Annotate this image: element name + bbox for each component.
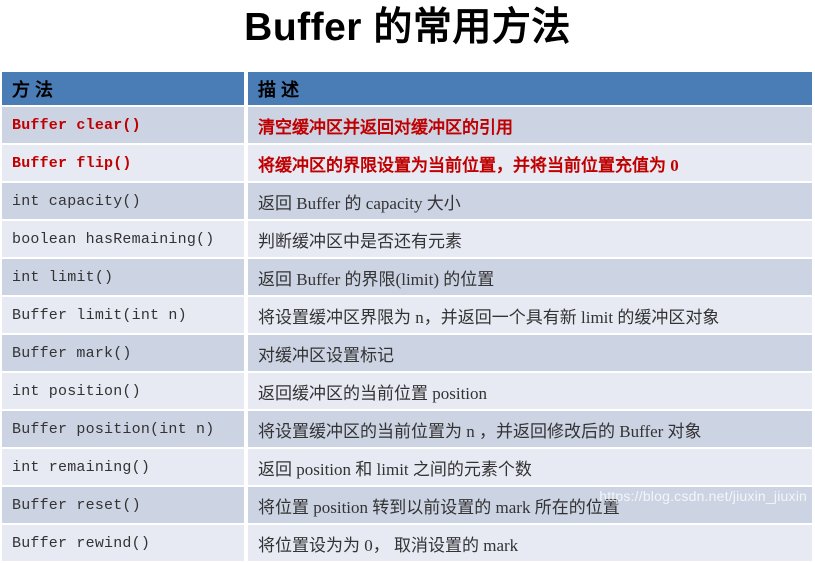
cell-method: int capacity() [2, 183, 248, 221]
table-row: Buffer flip() 将缓冲区的界限设置为当前位置，并将当前位置充值为 0 [2, 145, 812, 183]
table-row: Buffer reset() 将位置 position 转到以前设置的 mark … [2, 487, 812, 525]
cell-description: 清空缓冲区并返回对缓冲区的引用 [248, 107, 812, 145]
page-title: Buffer 的常用方法 [244, 6, 571, 49]
cell-method: Buffer clear() [2, 107, 248, 145]
cell-method: Buffer position(int n) [2, 411, 248, 449]
cell-description: 判断缓冲区中是否还有元素 [248, 221, 812, 259]
cell-method: int limit() [2, 259, 248, 297]
cell-description: 返回缓冲区的当前位置 position [248, 373, 812, 411]
table-header: 方 法 描 述 [2, 72, 812, 107]
table-row: Buffer limit(int n) 将设置缓冲区界限为 n，并返回一个具有新 … [2, 297, 812, 335]
cell-method: Buffer reset() [2, 487, 248, 525]
cell-description: 将位置设为为 0， 取消设置的 mark [248, 525, 812, 563]
cell-method: int position() [2, 373, 248, 411]
cell-method: int remaining() [2, 449, 248, 487]
cell-description: 将设置缓冲区界限为 n，并返回一个具有新 limit 的缓冲区对象 [248, 297, 812, 335]
table-row: Buffer clear() 清空缓冲区并返回对缓冲区的引用 [2, 107, 812, 145]
cell-method: Buffer mark() [2, 335, 248, 373]
cell-method: Buffer rewind() [2, 525, 248, 563]
cell-description: 将设置缓冲区的当前位置为 n ，并返回修改后的 Buffer 对象 [248, 411, 812, 449]
table-row: int limit() 返回 Buffer 的界限(limit) 的位置 [2, 259, 812, 297]
cell-description: 将缓冲区的界限设置为当前位置，并将当前位置充值为 0 [248, 145, 812, 183]
table-body: Buffer clear() 清空缓冲区并返回对缓冲区的引用 Buffer flip… [2, 107, 812, 563]
method-table-container: 方 法 描 述 Buffer clear() 清空缓冲区并返回对缓冲区的引用 Buf… [2, 72, 812, 563]
table-row: Buffer rewind() 将位置设为为 0， 取消设置的 mark [2, 525, 812, 563]
table-row: Buffer position(int n) 将设置缓冲区的当前位置为 n ，并返… [2, 411, 812, 449]
cell-description: 对缓冲区设置标记 [248, 335, 812, 373]
cell-description: 返回 Buffer 的 capacity 大小 [248, 183, 812, 221]
table-row: int remaining() 返回 position 和 limit 之间的元素… [2, 449, 812, 487]
column-header-description: 描 述 [248, 72, 812, 107]
cell-method: Buffer limit(int n) [2, 297, 248, 335]
cell-method: Buffer flip() [2, 145, 248, 183]
table-header-row: 方 法 描 述 [2, 72, 812, 107]
table-row: int position() 返回缓冲区的当前位置 position [2, 373, 812, 411]
table-row: Buffer mark() 对缓冲区设置标记 [2, 335, 812, 373]
cell-description: 返回 position 和 limit 之间的元素个数 [248, 449, 812, 487]
table-row: boolean hasRemaining() 判断缓冲区中是否还有元素 [2, 221, 812, 259]
cell-method: boolean hasRemaining() [2, 221, 248, 259]
table-row: int capacity() 返回 Buffer 的 capacity 大小 [2, 183, 812, 221]
column-header-method: 方 法 [2, 72, 248, 107]
cell-description: 将位置 position 转到以前设置的 mark 所在的位置 [248, 487, 812, 525]
buffer-method-table: 方 法 描 述 Buffer clear() 清空缓冲区并返回对缓冲区的引用 Buf… [2, 72, 812, 563]
cell-description: 返回 Buffer 的界限(limit) 的位置 [248, 259, 812, 297]
